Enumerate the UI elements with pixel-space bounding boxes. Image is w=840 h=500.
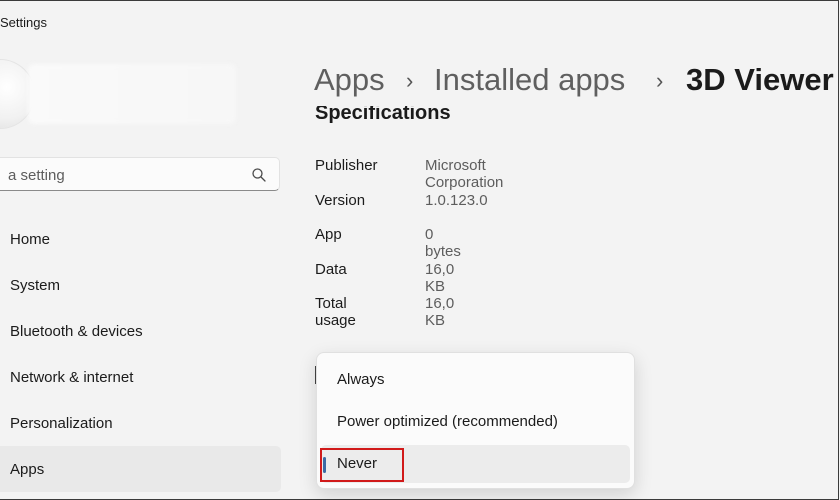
sidebar-item-label: Network & internet <box>10 369 134 386</box>
option-always[interactable]: Always <box>321 361 630 399</box>
spec-value: 1.0.123.0 <box>425 191 488 209</box>
sidebar-item-label: Home <box>10 231 51 248</box>
option-power-optimized[interactable]: Power optimized (recommended) <box>321 403 630 441</box>
selection-indicator <box>323 457 326 473</box>
spec-value: 16,0 KB <box>425 295 455 329</box>
spec-value: 16,0 KB <box>425 260 455 295</box>
sidebar-item-label: Personalization <box>10 415 113 432</box>
sidebar-nav: Home System Bluetooth & devices Network … <box>0 216 284 492</box>
spec-value: Microsoft Corporation <box>425 157 504 191</box>
title-bar: Settings <box>0 0 840 44</box>
sidebar-item-system[interactable]: System <box>0 262 281 308</box>
breadcrumb-installed-apps[interactable]: Installed apps <box>434 62 625 98</box>
sidebar-item-network-internet[interactable]: Network & internet <box>0 354 281 400</box>
sidebar-item-label: Bluetooth & devices <box>10 323 143 340</box>
spec-label: Data <box>315 260 347 278</box>
spec-label: Total usage <box>315 295 356 329</box>
chevron-right-icon: › <box>656 68 664 93</box>
spec-label: Version <box>315 191 366 209</box>
spec-label: Publisher <box>315 157 378 174</box>
option-label: Never <box>337 455 378 472</box>
chevron-right-icon: › <box>406 68 414 93</box>
search-input[interactable]: a setting <box>8 167 65 184</box>
option-never[interactable]: Never <box>321 445 630 483</box>
sidebar-item-personalization[interactable]: Personalization <box>0 400 281 446</box>
search-box[interactable]: a setting <box>0 157 280 191</box>
section-title: Specifications <box>315 106 451 128</box>
sidebar-item-bluetooth-devices[interactable]: Bluetooth & devices <box>0 308 281 354</box>
section-title-text: Specifications <box>315 106 451 124</box>
option-label: Always <box>337 371 385 388</box>
sidebar-item-label: System <box>10 277 61 294</box>
page-title: 3D Viewer <box>686 62 834 97</box>
spec-label: App <box>315 226 342 243</box>
background-permissions-dropdown[interactable]: Always Power optimized (recommended) Nev… <box>316 352 635 489</box>
sidebar-item-home[interactable]: Home <box>0 216 281 262</box>
sidebar-item-label: Apps <box>10 461 45 478</box>
profile-info <box>28 64 236 124</box>
user-profile[interactable] <box>0 60 240 130</box>
search-icon <box>252 168 266 182</box>
option-label: Power optimized (recommended) <box>337 413 558 430</box>
spec-value: 0 bytes <box>425 226 461 260</box>
sidebar-item-apps[interactable]: Apps <box>0 446 281 492</box>
breadcrumb-apps[interactable]: Apps <box>314 62 385 98</box>
app-title: Settings <box>0 15 47 30</box>
